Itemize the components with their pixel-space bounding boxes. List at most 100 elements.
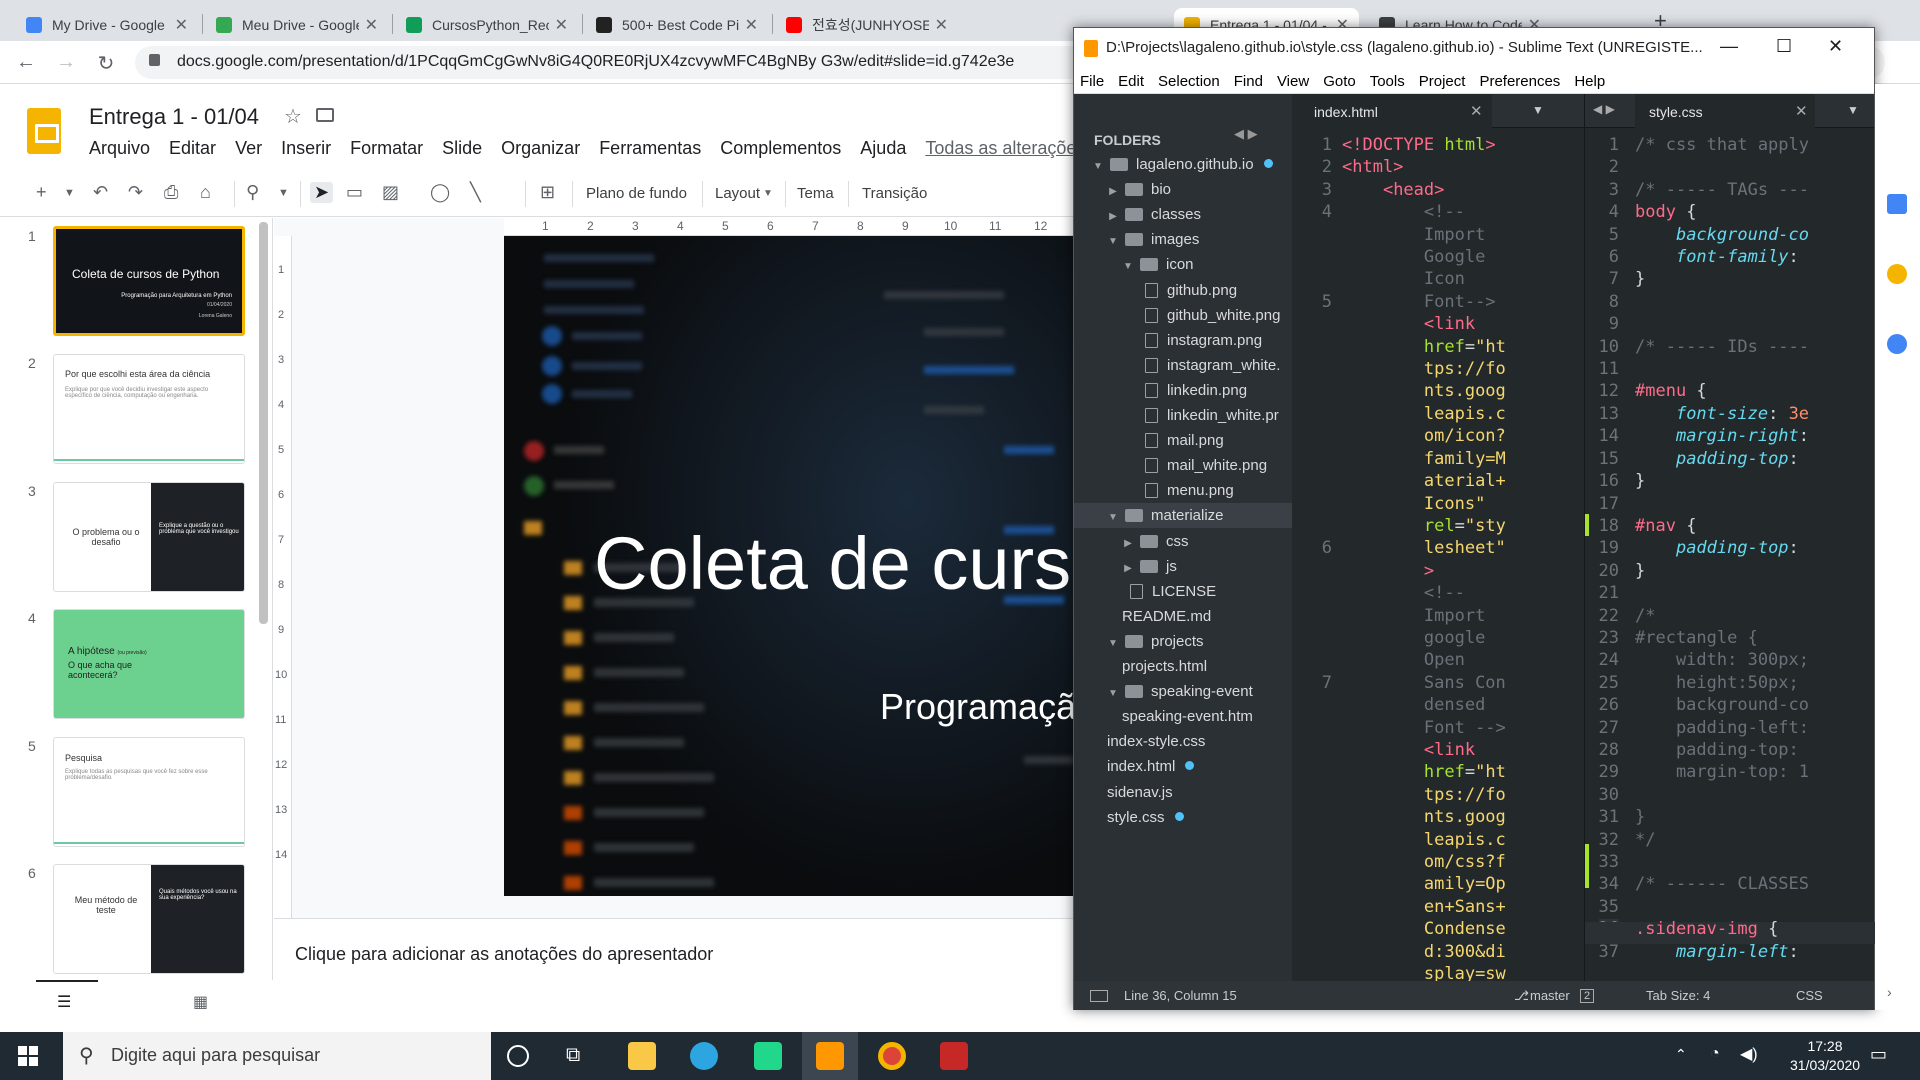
tab-index-html[interactable]: index.html ✕ xyxy=(1292,94,1492,128)
pycharm-icon[interactable] xyxy=(754,1042,782,1070)
document-title[interactable]: Entrega 1 - 01/04 xyxy=(89,104,259,130)
notifications-icon[interactable]: ▭ xyxy=(1870,1044,1887,1065)
sidebar-folder[interactable]: ▼ projects xyxy=(1074,629,1292,654)
sidebar-file[interactable]: github.png xyxy=(1074,278,1292,303)
slides-logo-icon[interactable] xyxy=(27,108,61,154)
panel-toggle-icon[interactable] xyxy=(1090,990,1108,1002)
sidebar-file[interactable]: <>index.html xyxy=(1074,754,1292,779)
sidebar-folder[interactable]: ▶ classes xyxy=(1074,202,1292,227)
sidebar-folder[interactable]: ▼ icon xyxy=(1074,252,1292,277)
menu-goto[interactable]: Goto xyxy=(1323,73,1356,93)
theme-button[interactable]: Tema xyxy=(797,185,834,202)
add-comment-icon[interactable]: ⊞ xyxy=(540,182,555,203)
menu-slide[interactable]: Slide xyxy=(442,138,482,159)
sidebar-file[interactable]: linkedin.png xyxy=(1074,378,1292,403)
slide-thumbnail-4[interactable]: A hipótese (ou previsão) O que acha que … xyxy=(53,609,245,719)
sidebar-folder[interactable]: ▼ speaking-event xyxy=(1074,679,1292,704)
forward-icon[interactable]: → xyxy=(54,51,78,74)
close-tab-icon[interactable]: ✕ xyxy=(745,15,758,35)
chevron-right-icon[interactable]: ▶ xyxy=(1107,204,1119,227)
chevron-right-icon[interactable]: ▶ xyxy=(1107,179,1119,202)
browser-tab[interactable]: 전효성(JUNHYOSEONG ✕ xyxy=(776,8,958,41)
system-clock[interactable]: 17:28 31/03/2020 xyxy=(1790,1037,1860,1075)
layout-button[interactable]: Layout xyxy=(715,185,760,202)
select-cursor-icon[interactable]: ➤ xyxy=(310,182,334,203)
chevron-right-icon[interactable]: ▶ xyxy=(1122,556,1134,579)
close-tab-icon[interactable]: ✕ xyxy=(555,15,568,35)
menu-view[interactable]: View xyxy=(1277,73,1309,93)
telegram-icon[interactable] xyxy=(690,1042,718,1070)
tab-style-css[interactable]: style.css ✕ xyxy=(1635,94,1815,128)
chevron-right-icon[interactable]: ▶ xyxy=(1122,531,1134,554)
browser-tab[interactable]: Meu Drive - Google Dr ✕ xyxy=(206,8,388,41)
windows-start-icon[interactable] xyxy=(18,1046,38,1066)
code-editor-css[interactable]: /* css that apply /* ----- TAGs --- body… xyxy=(1635,134,1809,963)
tab-dropdown-icon[interactable]: ▼ xyxy=(1532,103,1544,117)
browser-tab[interactable]: CursosPython_Recolha ✕ xyxy=(396,8,578,41)
cortana-icon[interactable] xyxy=(507,1045,529,1067)
grid-view-icon[interactable]: ▦ xyxy=(193,992,208,1012)
menu-ajuda[interactable]: Ajuda xyxy=(860,138,906,159)
menu-find[interactable]: Find xyxy=(1234,73,1263,93)
paint-format-icon[interactable]: ⌂ xyxy=(200,182,211,203)
tray-chevron-icon[interactable]: ⌃ xyxy=(1675,1046,1687,1063)
chevron-down-icon[interactable]: ▼ xyxy=(1092,154,1104,177)
menu-formatar[interactable]: Formatar xyxy=(350,138,423,159)
keep-icon[interactable] xyxy=(1887,264,1907,284)
tab-size[interactable]: Tab Size: 4 xyxy=(1646,988,1710,1003)
close-tab-icon[interactable]: ✕ xyxy=(935,15,948,35)
star-icon[interactable]: ☆ xyxy=(284,104,302,129)
sidebar-file[interactable]: <>README.md xyxy=(1074,604,1292,629)
menu-file[interactable]: File xyxy=(1080,73,1104,93)
volume-icon[interactable]: ◀) xyxy=(1740,1044,1758,1064)
slide-thumbnail-3[interactable]: O problema ou o desafio Explique a quest… xyxy=(53,482,245,592)
slide-title[interactable]: Coleta de cursos xyxy=(594,521,1080,606)
sidebar-file[interactable]: mail_white.png xyxy=(1074,453,1292,478)
save-status-link[interactable]: Todas as alterações xyxy=(925,138,1085,159)
chevron-down-icon[interactable]: ▼ xyxy=(1122,254,1134,277)
sidebar-file[interactable]: /*index-style.css xyxy=(1074,729,1292,754)
sidebar-file[interactable]: <>projects.html xyxy=(1074,654,1292,679)
filmstrip-scrollbar[interactable] xyxy=(259,222,268,624)
shape-icon[interactable]: ◯ xyxy=(430,182,450,203)
chevron-down-icon[interactable]: ▼ xyxy=(278,187,289,199)
chrome-taskbar-icon[interactable] xyxy=(878,1042,906,1070)
menu-ver[interactable]: Ver xyxy=(235,138,262,159)
menu-inserir[interactable]: Inserir xyxy=(281,138,331,159)
sidebar-file[interactable]: menu.png xyxy=(1074,478,1292,503)
undo-icon[interactable]: ↶ xyxy=(93,182,108,203)
slide-thumbnail-6[interactable]: Meu método de teste Quais métodos você u… xyxy=(53,864,245,974)
sidebar-file[interactable]: linkedin_white.pr xyxy=(1074,403,1292,428)
sidebar-file[interactable]: <>speaking-event.htm xyxy=(1074,704,1292,729)
sidebar-file[interactable]: github_white.png xyxy=(1074,303,1292,328)
code-editor-html[interactable]: <!DOCTYPE html> <html> <head> <!-- Impor… xyxy=(1342,134,1506,985)
new-slide-icon[interactable]: + xyxy=(36,182,47,203)
slide-thumbnail-1[interactable]: Coleta de cursos de Python Programação p… xyxy=(53,226,245,336)
redo-icon[interactable]: ↷ xyxy=(128,182,143,203)
menu-project[interactable]: Project xyxy=(1419,73,1466,93)
background-button[interactable]: Plano de fundo xyxy=(586,185,687,202)
move-to-folder-icon[interactable] xyxy=(316,108,334,122)
menu-complementos[interactable]: Complementos xyxy=(720,138,841,159)
calendar-icon[interactable] xyxy=(1887,194,1907,214)
sidebar-file[interactable]: /*sidenav.js xyxy=(1074,780,1292,805)
close-tab-icon[interactable]: ✕ xyxy=(1795,102,1808,120)
task-view-icon[interactable]: ⧉ xyxy=(566,1044,580,1067)
line-icon[interactable]: ╲ xyxy=(470,182,481,203)
tasks-icon[interactable] xyxy=(1887,334,1907,354)
minimize-icon[interactable]: — xyxy=(1720,36,1738,57)
menu-arquivo[interactable]: Arquivo xyxy=(89,138,150,159)
chevron-down-icon[interactable]: ▼ xyxy=(64,187,75,199)
slide-subtitle[interactable]: Programaçã xyxy=(880,686,1076,728)
file-explorer-icon[interactable] xyxy=(628,1042,656,1070)
sidebar-nav-icon[interactable]: ◀ ▶ xyxy=(1234,126,1258,142)
close-tab-icon[interactable]: ✕ xyxy=(365,15,378,35)
tab-dropdown-icon[interactable]: ▼ xyxy=(1847,103,1859,117)
git-branch[interactable]: master xyxy=(1530,988,1570,1003)
menu-ferramentas[interactable]: Ferramentas xyxy=(599,138,701,159)
menu-tools[interactable]: Tools xyxy=(1370,73,1405,93)
menu-editar[interactable]: Editar xyxy=(169,138,216,159)
browser-tab[interactable]: My Drive - Google Driv ✕ xyxy=(16,8,198,41)
close-tab-icon[interactable]: ✕ xyxy=(175,15,188,35)
sidebar-folder[interactable]: ▶ css xyxy=(1074,529,1292,554)
